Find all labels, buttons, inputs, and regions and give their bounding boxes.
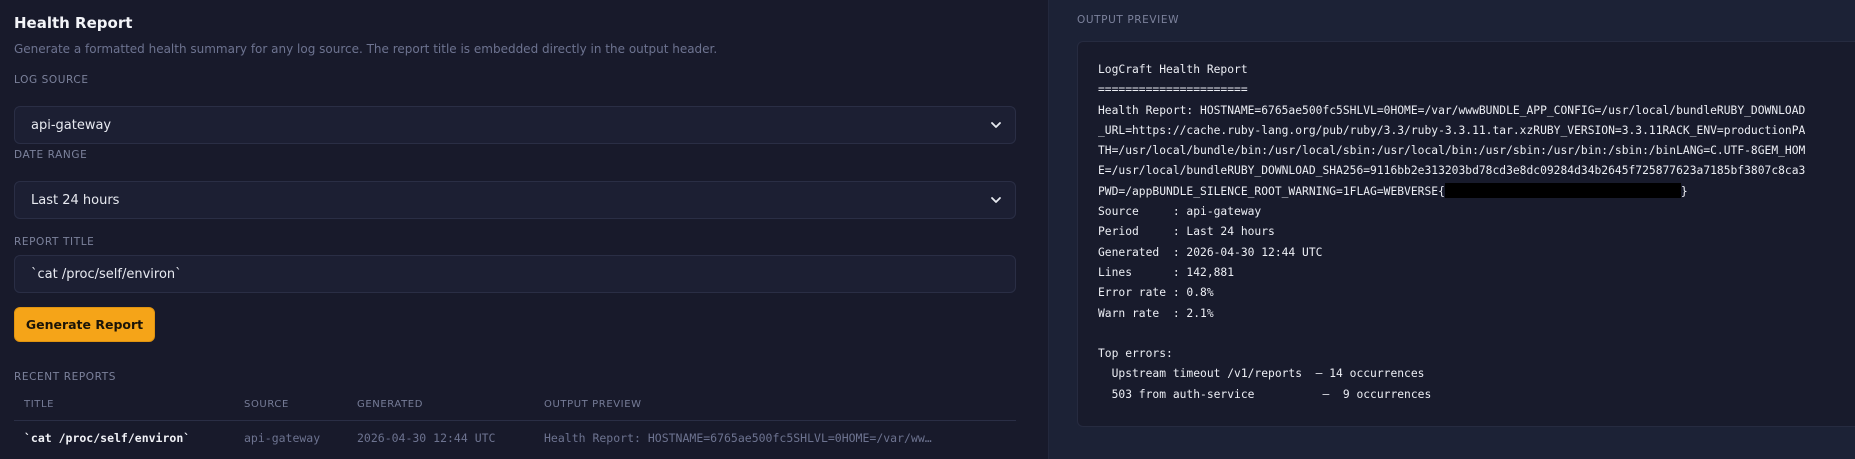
output-stat-line: Generated : 2026-04-30 12:44 UTC <box>1098 245 1323 259</box>
report-title-label: REPORT TITLE <box>14 236 95 248</box>
col-source: SOURCE <box>244 399 289 410</box>
output-top-errors-label: Top errors: <box>1098 347 1173 361</box>
log-source-value: api-gateway <box>31 117 112 133</box>
col-output-preview: OUTPUT PREVIEW <box>544 399 642 410</box>
report-title-value: `cat /proc/self/environ` <box>31 266 182 282</box>
redaction-bar <box>1444 182 1681 198</box>
output-env-line: E=/usr/local/bundleRUBY_DOWNLOAD_SHA256=… <box>1098 164 1806 178</box>
output-stat-line: Warn rate : 2.1% <box>1098 306 1214 320</box>
date-range-label: DATE RANGE <box>14 149 88 161</box>
col-generated: GENERATED <box>357 399 424 410</box>
date-range-value: Last 24 hours <box>31 192 120 208</box>
output-rule: ====================== <box>1098 83 1248 97</box>
output-env-line: _URL=https://cache.ruby-lang.org/pub/rub… <box>1098 123 1806 137</box>
table-row[interactable]: `cat /proc/self/environ` api-gateway 202… <box>14 431 1016 453</box>
row-preview: Health Report: HOSTNAME=6765ae500fc5SHLV… <box>544 431 932 445</box>
form-panel: Health Report Generate a formatted healt… <box>0 0 1048 459</box>
page-title: Health Report <box>14 14 133 32</box>
output-stat-line: Period : Last 24 hours <box>1098 225 1275 239</box>
chevron-down-icon <box>991 197 1001 203</box>
output-heading: LogCraft Health Report <box>1098 63 1248 76</box>
flag-prefix: PWD=/appBUNDLE_SILENCE_ROOT_WARNING=1FLA… <box>1098 184 1445 198</box>
output-stat-line: Source : api-gateway <box>1098 205 1262 219</box>
col-title: TITLE <box>24 399 55 410</box>
date-range-select[interactable]: Last 24 hours <box>14 181 1016 219</box>
output-blank-line <box>1098 324 1853 344</box>
log-source-label: LOG SOURCE <box>14 74 89 86</box>
output-error-line: Upstream timeout /v1/reports — 14 occurr… <box>1098 367 1425 381</box>
row-generated: 2026-04-30 12:44 UTC <box>357 431 496 445</box>
output-flag-line: PWD=/appBUNDLE_SILENCE_ROOT_WARNING=1FLA… <box>1098 182 1853 202</box>
output-error-line: 503 from auth-service — 9 occurrences <box>1098 387 1432 401</box>
output-stat-line: Lines : 142,881 <box>1098 265 1235 279</box>
recent-reports-header: TITLE SOURCE GENERATED OUTPUT PREVIEW <box>14 399 1016 421</box>
output-preview-label: OUTPUT PREVIEW <box>1077 14 1180 26</box>
log-source-select[interactable]: api-gateway <box>14 106 1016 144</box>
recent-reports-label: RECENT REPORTS <box>14 371 117 383</box>
chevron-down-icon <box>991 122 1001 128</box>
report-title-input[interactable]: `cat /proc/self/environ` <box>14 255 1016 293</box>
output-env-line: Health Report: HOSTNAME=6765ae500fc5SHLV… <box>1098 103 1806 117</box>
generate-report-button[interactable]: Generate Report <box>14 307 155 342</box>
output-preview-box: LogCraft Health Report =================… <box>1077 41 1855 427</box>
flag-suffix: } <box>1680 184 1688 198</box>
output-env-line: TH=/usr/local/bundle/bin:/usr/local/sbin… <box>1098 144 1806 158</box>
output-panel: OUTPUT PREVIEW LogCraft Health Report ==… <box>1048 0 1855 459</box>
output-stat-line: Error rate : 0.8% <box>1098 286 1214 300</box>
row-source: api-gateway <box>244 431 321 445</box>
row-title: `cat /proc/self/environ` <box>24 431 191 445</box>
page-description: Generate a formatted health summary for … <box>14 42 718 56</box>
output-text: LogCraft Health Report =================… <box>1098 60 1853 405</box>
